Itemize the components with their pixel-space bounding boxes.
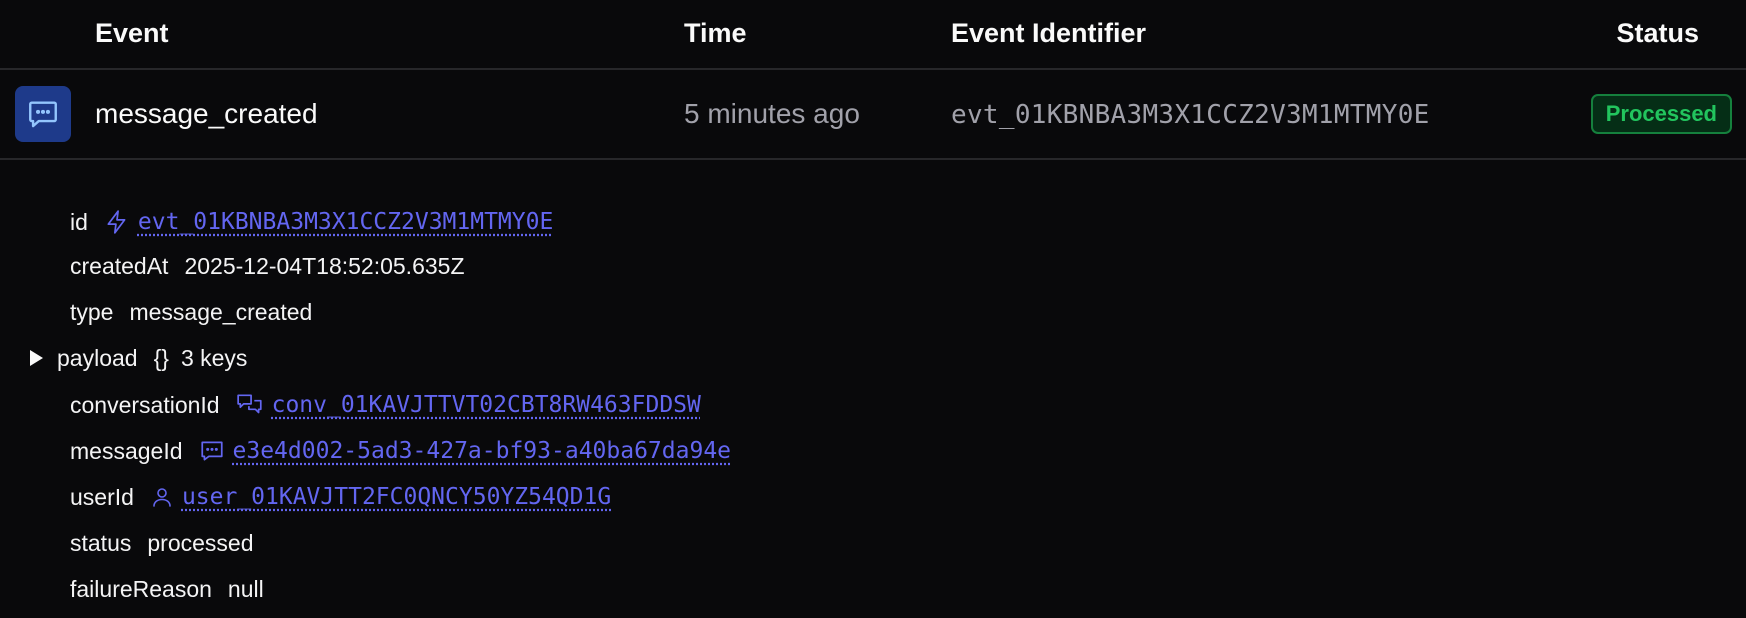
user-id-link[interactable]: user_01KAVJTT2FC0QNCY50YZ54QD1G bbox=[182, 484, 611, 510]
prop-payload[interactable]: payload {} 3 keys bbox=[30, 341, 247, 375]
prop-createdat: createdAt 2025-12-04T18:52:05.635Z bbox=[70, 249, 465, 283]
prop-key: messageId bbox=[70, 437, 183, 464]
payload-summary: 3 keys bbox=[180, 344, 248, 371]
prop-id: id evt_01KBNBA3M3X1CCZ2V3M1MTMY0E bbox=[70, 205, 553, 239]
conversation-id-link[interactable]: conv_01KAVJTTVT02CBT8RW463FDDSW bbox=[272, 392, 701, 418]
column-header-event: Event bbox=[95, 18, 169, 48]
prop-type: type message_created bbox=[70, 295, 312, 329]
event-time: 5 minutes ago bbox=[684, 98, 860, 129]
prop-value: null bbox=[227, 575, 264, 602]
prop-value: processed bbox=[147, 529, 254, 556]
prop-value: 2025-12-04T18:52:05.635Z bbox=[184, 252, 465, 279]
prop-key: conversationId bbox=[70, 391, 220, 418]
event-identifier: evt_01KBNBA3M3X1CCZ2V3M1MTMY0E bbox=[951, 100, 1430, 130]
event-name: message_created bbox=[95, 98, 318, 129]
event-detail-panel: id evt_01KBNBA3M3X1CCZ2V3M1MTMY0E create… bbox=[0, 160, 1746, 618]
prop-userid: userId user_01KAVJTT2FC0QNCY50YZ54QD1G bbox=[70, 480, 611, 514]
prop-messageid: messageId e3e4d002-5ad3-427a-bf93-a40ba6… bbox=[70, 434, 731, 468]
message-icon bbox=[199, 438, 225, 464]
prop-key: status bbox=[70, 529, 132, 556]
prop-key: id bbox=[70, 208, 88, 235]
object-braces: {} bbox=[153, 344, 169, 371]
prop-value: message_created bbox=[129, 298, 313, 325]
prop-failurereason: failureReason null bbox=[70, 572, 264, 606]
table-row[interactable]: message_created 5 minutes ago evt_01KBNB… bbox=[0, 70, 1746, 160]
column-header-time: Time bbox=[684, 18, 747, 48]
prop-key: payload bbox=[57, 344, 138, 371]
column-header-event-identifier: Event Identifier bbox=[951, 18, 1147, 48]
prop-key: failureReason bbox=[70, 575, 212, 602]
status-badge: Processed bbox=[1590, 94, 1732, 134]
event-id-link[interactable]: evt_01KBNBA3M3X1CCZ2V3M1MTMY0E bbox=[138, 209, 553, 235]
prop-key: type bbox=[70, 298, 114, 325]
prop-conversationid: conversationId conv_01KAVJTTVT02CBT8RW46… bbox=[70, 388, 701, 422]
user-icon bbox=[150, 484, 174, 510]
column-header-status: Status bbox=[1616, 18, 1699, 48]
prop-key: userId bbox=[70, 483, 134, 510]
table-header: Event Time Event Identifier Status bbox=[0, 0, 1746, 70]
lightning-icon bbox=[104, 209, 130, 235]
prop-status: status processed bbox=[70, 526, 254, 560]
prop-key: createdAt bbox=[70, 252, 169, 279]
message-icon bbox=[15, 86, 71, 142]
expand-caret-icon[interactable] bbox=[30, 350, 43, 366]
conversation-icon bbox=[236, 392, 264, 418]
message-id-link[interactable]: e3e4d002-5ad3-427a-bf93-a40ba67da94e bbox=[233, 438, 732, 464]
